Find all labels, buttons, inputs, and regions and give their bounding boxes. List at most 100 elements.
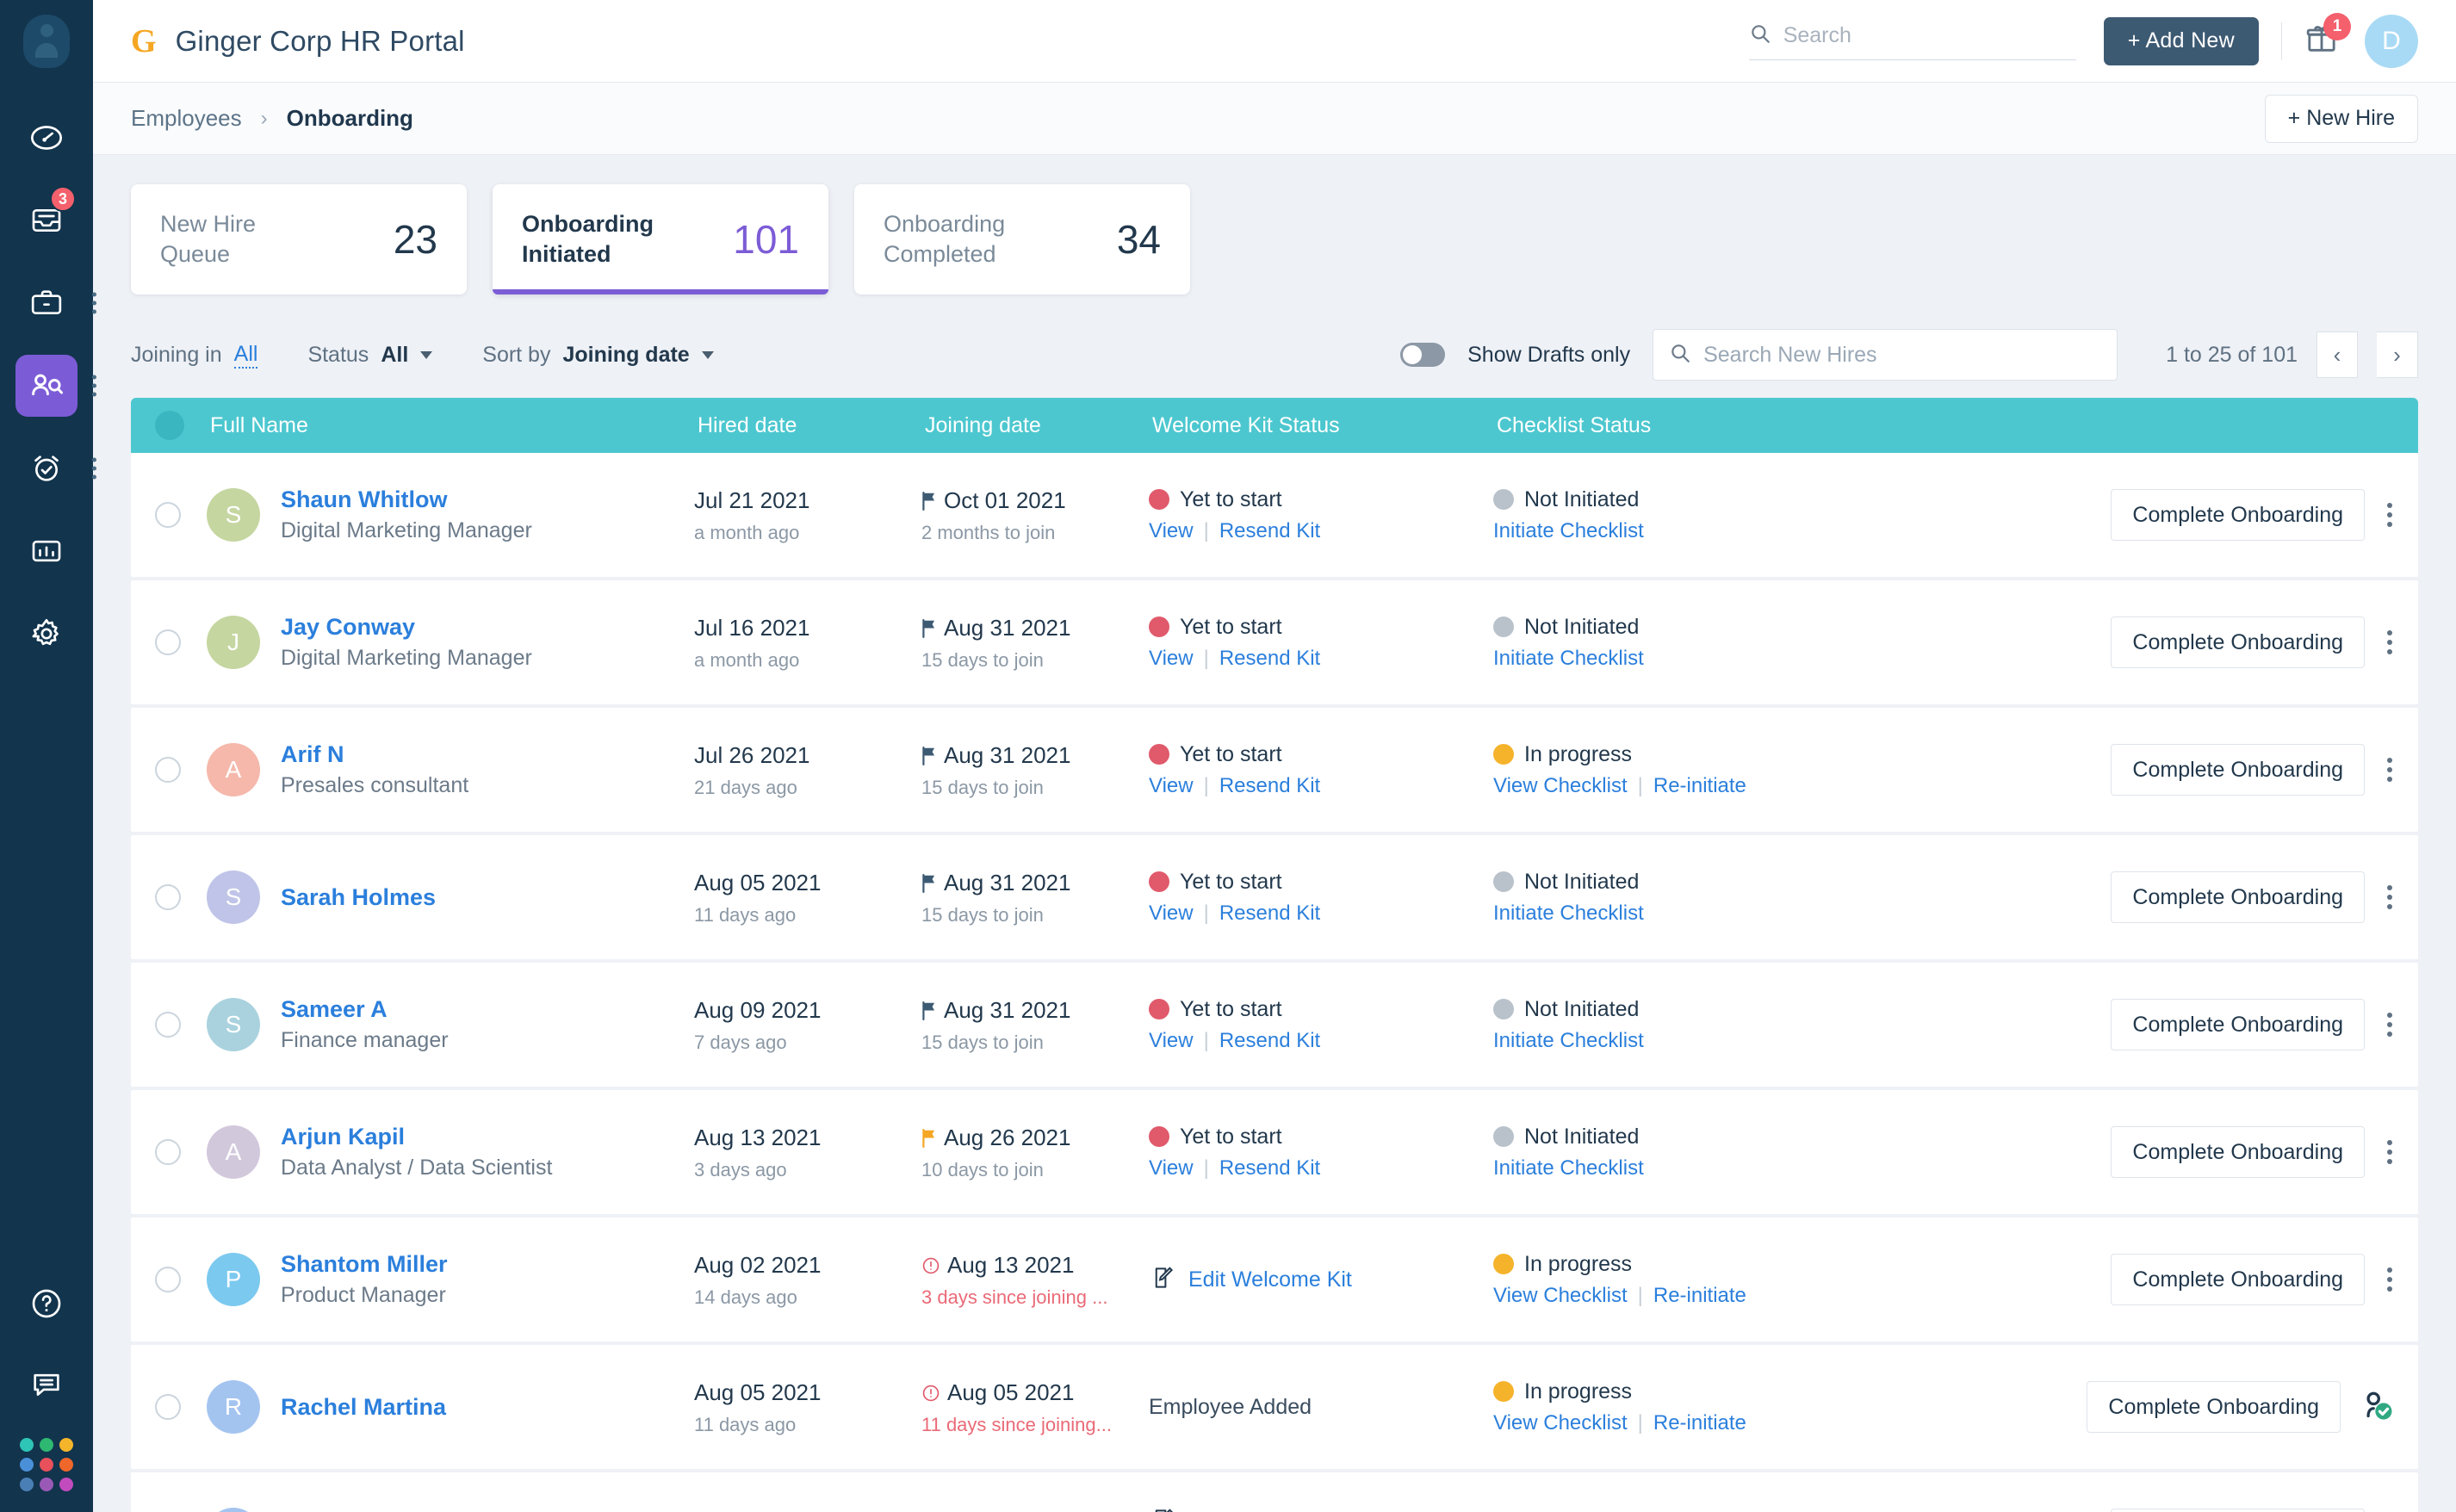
row-select-radio[interactable]: [155, 1012, 181, 1038]
row-select-radio[interactable]: [155, 1267, 181, 1292]
link-view[interactable]: View: [1149, 902, 1194, 926]
complete-onboarding-button[interactable]: Complete Onboarding: [2111, 617, 2365, 668]
stat-card-0[interactable]: New Hire Queue 23: [131, 184, 467, 294]
pagination-prev-button[interactable]: ‹: [2316, 332, 2358, 378]
link-initiate-checklist[interactable]: Initiate Checklist: [1493, 1029, 1644, 1053]
row-more-menu-button[interactable]: [2382, 498, 2397, 532]
link-re-initiate[interactable]: Re-initiate: [1653, 1284, 1746, 1308]
link-resend-kit[interactable]: Resend Kit: [1219, 1156, 1320, 1180]
sidebar-item-attendance[interactable]: [16, 437, 96, 499]
complete-onboarding-button[interactable]: Complete Onboarding: [2111, 489, 2365, 541]
row-more-menu-button[interactable]: [2382, 1262, 2397, 1297]
link-edit-welcome-kit[interactable]: Edit Welcome Kit: [1188, 1267, 1352, 1292]
filter-joining-in-value[interactable]: All: [233, 342, 258, 369]
link-resend-kit[interactable]: Resend Kit: [1219, 902, 1320, 926]
link-view[interactable]: View: [1149, 519, 1194, 543]
chevron-down-icon[interactable]: [420, 350, 433, 359]
link-view[interactable]: View: [1149, 647, 1194, 671]
row-more-menu-button[interactable]: [2382, 880, 2397, 914]
pagination-next-button[interactable]: ›: [2377, 332, 2418, 378]
column-welcome-kit-status[interactable]: Welcome Kit Status: [1152, 413, 1497, 438]
complete-onboarding-button[interactable]: Complete Onboarding: [2111, 1509, 2365, 1512]
sidebar-submenu-dots[interactable]: [92, 292, 96, 314]
add-new-button[interactable]: + Add New: [2103, 16, 2259, 65]
filter-status-value[interactable]: All: [381, 343, 408, 368]
link-initiate-checklist[interactable]: Initiate Checklist: [1493, 647, 1644, 671]
complete-onboarding-button[interactable]: Complete Onboarding: [2111, 1126, 2365, 1178]
complete-onboarding-button[interactable]: Complete Onboarding: [2111, 744, 2365, 796]
table-row[interactable]: J Jay Conway Digital Marketing Manager Jul …: [131, 580, 2418, 704]
link-view-checklist[interactable]: View Checklist: [1493, 1284, 1628, 1308]
edit-welcome-kit[interactable]: Edit Welcome Kit: [1149, 1507, 1493, 1512]
sidebar-item-dashboard[interactable]: [16, 107, 78, 169]
stat-card-2[interactable]: Onboarding Completed 34: [854, 184, 1190, 294]
link-initiate-checklist[interactable]: Initiate Checklist: [1493, 902, 1644, 926]
table-row[interactable]: AAmresh TestJul 14 2021Aug 01 2021Edit W…: [131, 1472, 2418, 1512]
complete-onboarding-button[interactable]: Complete Onboarding: [2111, 999, 2365, 1050]
row-more-menu-button[interactable]: [2382, 625, 2397, 660]
link-resend-kit[interactable]: Resend Kit: [1219, 774, 1320, 798]
complete-onboarding-button[interactable]: Complete Onboarding: [2111, 1254, 2365, 1305]
column-checklist-status[interactable]: Checklist Status: [1497, 413, 1858, 438]
brand[interactable]: G Ginger Corp HR Portal: [131, 25, 465, 58]
edit-welcome-kit[interactable]: Edit Welcome Kit: [1149, 1265, 1493, 1295]
row-more-menu-button[interactable]: [2382, 1007, 2397, 1042]
link-initiate-checklist[interactable]: Initiate Checklist: [1493, 519, 1644, 543]
row-select-radio[interactable]: [155, 1139, 181, 1165]
row-more-menu-button[interactable]: [2382, 1135, 2397, 1169]
gift-icon[interactable]: 1: [2304, 13, 2351, 60]
column-hired-date[interactable]: Hired date: [698, 413, 925, 438]
employee-name-link[interactable]: Arjun Kapil: [281, 1121, 552, 1152]
row-select-radio[interactable]: [155, 1394, 181, 1420]
new-hire-button[interactable]: + New Hire: [2264, 94, 2418, 143]
link-re-initiate[interactable]: Re-initiate: [1653, 1411, 1746, 1435]
filter-sort-by-value[interactable]: Joining date: [562, 343, 689, 368]
employee-name-link[interactable]: Jay Conway: [281, 611, 532, 642]
stat-card-1[interactable]: Onboarding Initiated 101: [493, 184, 828, 294]
sidebar-item-chat[interactable]: [16, 1354, 78, 1416]
global-search[interactable]: [1748, 22, 2076, 60]
complete-onboarding-button[interactable]: Complete Onboarding: [2111, 871, 2365, 923]
sidebar-item-settings[interactable]: [16, 603, 78, 665]
search-new-hires-input[interactable]: [1703, 342, 2102, 368]
show-drafts-toggle[interactable]: [1400, 343, 1446, 367]
row-select-radio[interactable]: [155, 884, 181, 910]
avatar[interactable]: D: [2365, 14, 2418, 68]
row-select-radio[interactable]: [155, 502, 181, 528]
link-view-checklist[interactable]: View Checklist: [1493, 774, 1628, 798]
link-resend-kit[interactable]: Resend Kit: [1219, 519, 1320, 543]
table-row[interactable]: A Arif N Presales consultant Jul 26 2021 21 …: [131, 708, 2418, 832]
employee-name-link[interactable]: Rachel Martina: [281, 1391, 446, 1422]
sidebar-item-help[interactable]: [16, 1273, 78, 1335]
sidebar-item-reports[interactable]: [16, 520, 78, 582]
employee-name-link[interactable]: Sameer A: [281, 994, 449, 1025]
link-view-checklist[interactable]: View Checklist: [1493, 1411, 1628, 1435]
table-row[interactable]: R Rachel Martina Aug 05 2021 11 days ago Aug…: [131, 1345, 2418, 1469]
table-row[interactable]: S Sameer A Finance manager Aug 09 2021 7 day…: [131, 963, 2418, 1087]
sidebar-profile[interactable]: [0, 0, 93, 83]
complete-onboarding-button[interactable]: Complete Onboarding: [2087, 1381, 2341, 1433]
employee-name-link[interactable]: Shaun Whitlow: [281, 484, 532, 515]
sidebar-item-jobs[interactable]: [16, 272, 96, 334]
chevron-down-icon[interactable]: [701, 350, 714, 359]
table-row[interactable]: S Shaun Whitlow Digital Marketing Manager J…: [131, 453, 2418, 577]
link-resend-kit[interactable]: Resend Kit: [1219, 647, 1320, 671]
table-row[interactable]: S Sarah Holmes Aug 05 2021 11 days ago Aug 3…: [131, 835, 2418, 959]
row-more-menu-button[interactable]: [2382, 753, 2397, 787]
sidebar-item-inbox[interactable]: 3: [16, 186, 78, 251]
search-new-hires[interactable]: [1653, 329, 2118, 381]
app-switcher-grid-icon[interactable]: [20, 1438, 73, 1491]
sidebar-item-employees[interactable]: [16, 355, 96, 417]
employee-name-link[interactable]: Shantom Miller: [281, 1249, 448, 1280]
breadcrumb-employees[interactable]: Employees: [131, 105, 242, 132]
row-select-radio[interactable]: [155, 629, 181, 655]
sidebar-submenu-dots[interactable]: [92, 375, 96, 397]
link-initiate-checklist[interactable]: Initiate Checklist: [1493, 1156, 1644, 1180]
column-full-name[interactable]: Full Name: [184, 413, 698, 438]
search-input[interactable]: [1783, 22, 2076, 48]
select-all-checkbox[interactable]: [155, 411, 184, 440]
row-select-radio[interactable]: [155, 757, 181, 783]
column-joining-date[interactable]: Joining date: [925, 413, 1152, 438]
link-view[interactable]: View: [1149, 774, 1194, 798]
table-row[interactable]: P Shantom Miller Product Manager Aug 02 202…: [131, 1218, 2418, 1342]
